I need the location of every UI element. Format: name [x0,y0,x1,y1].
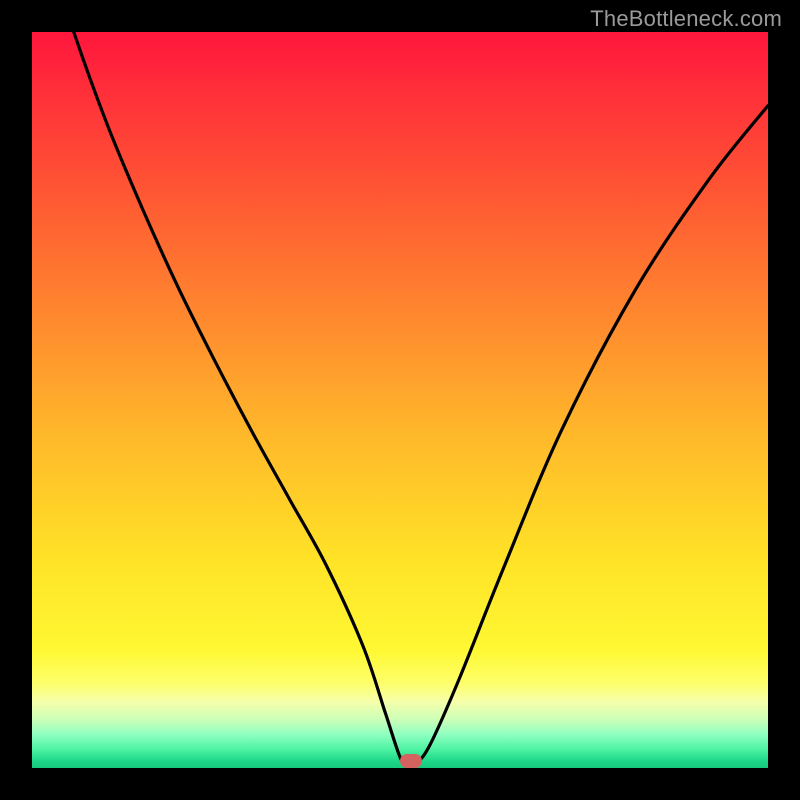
watermark-text: TheBottleneck.com [590,6,782,32]
curve-layer [32,32,768,768]
optimal-point-marker [400,754,422,768]
bottleneck-curve [32,32,768,766]
plot-area [32,32,768,768]
chart-frame: TheBottleneck.com [0,0,800,800]
